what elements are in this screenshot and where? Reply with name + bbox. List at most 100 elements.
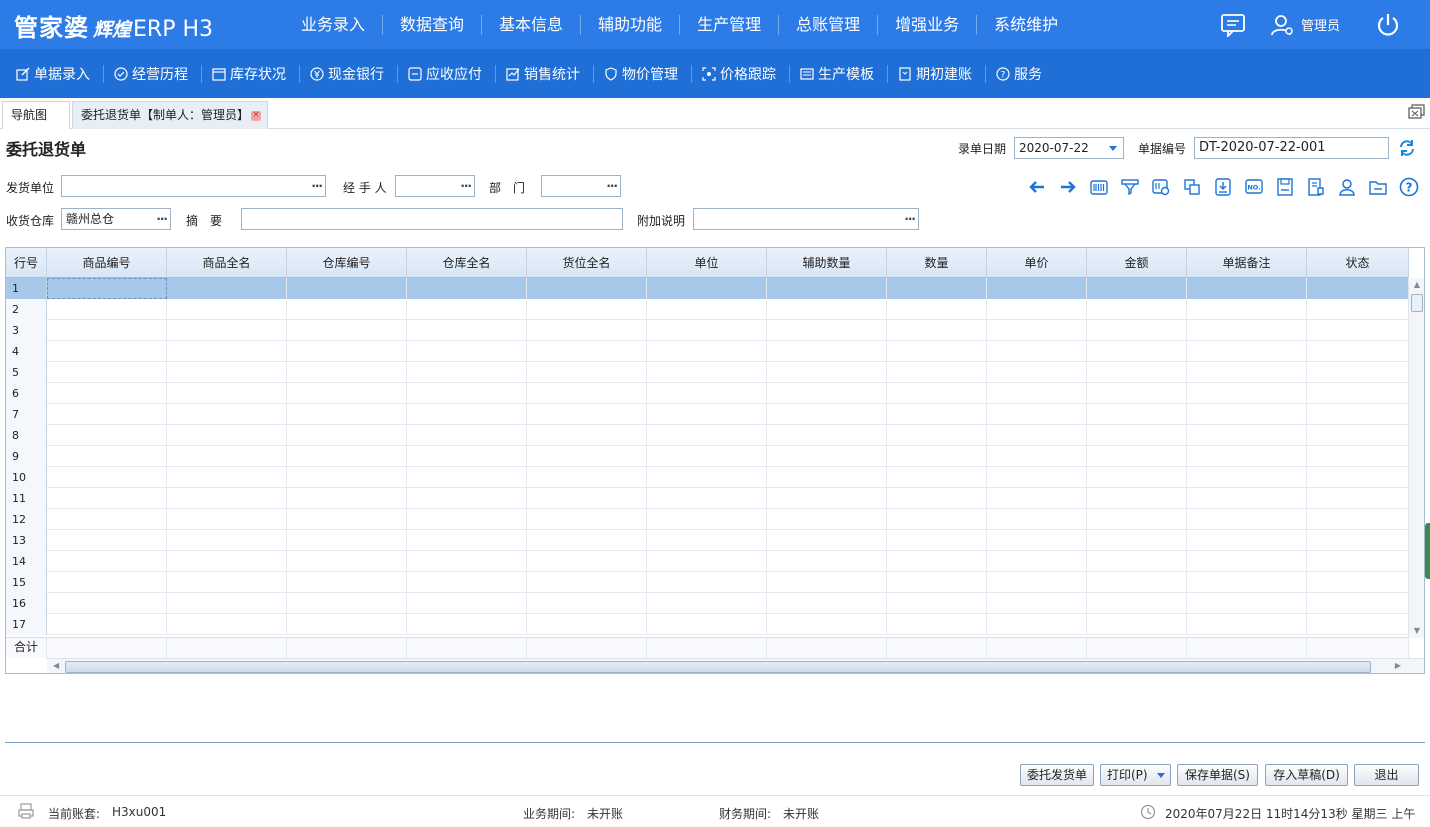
message-icon[interactable] [1213, 0, 1253, 49]
grid-cell-product-name[interactable] [167, 572, 287, 593]
grid-cell-warehouse-name[interactable] [407, 467, 527, 488]
save-draft-button[interactable]: 存入草稿(D) [1265, 764, 1348, 786]
grid-cell-location-name[interactable] [527, 383, 647, 404]
column-header-document-note[interactable]: 单据备注 [1187, 248, 1307, 278]
grid-cell-location-name[interactable] [527, 614, 647, 635]
grid-cell-product-name[interactable] [167, 278, 287, 299]
grid-cell-unit[interactable] [647, 467, 767, 488]
horizontal-scroll-thumb[interactable] [65, 661, 1371, 673]
import-icon[interactable] [1207, 176, 1238, 198]
grid-cell-warehouse-code[interactable] [287, 320, 407, 341]
note-lookup-button[interactable]: ··· [904, 209, 916, 229]
handler-lookup-button[interactable]: ··· [460, 176, 472, 196]
grid-cell-quantity[interactable] [887, 572, 987, 593]
grid-cell-location-name[interactable] [527, 446, 647, 467]
grid-cell-product-name[interactable] [167, 299, 287, 320]
horizontal-scrollbar[interactable]: ◀ ▶ [47, 658, 1424, 673]
grid-cell-aux-quantity[interactable] [767, 572, 887, 593]
grid-cell-aux-quantity[interactable] [767, 383, 887, 404]
column-header-amount[interactable]: 金额 [1087, 248, 1187, 278]
grid-cell-warehouse-name[interactable] [407, 509, 527, 530]
grid-cell-amount[interactable] [1087, 614, 1187, 635]
grid-cell-location-name[interactable] [527, 572, 647, 593]
grid-cell-warehouse-code[interactable] [287, 488, 407, 509]
vertical-scrollbar[interactable]: ▲ ▼ [1408, 278, 1424, 638]
grid-cell-document-note[interactable] [1187, 299, 1307, 320]
main-nav-item-data-query[interactable]: 数据查询 [383, 14, 483, 35]
tab-navigation-map[interactable]: 导航图 [2, 101, 70, 129]
table-row[interactable]: 8 [6, 425, 1409, 446]
grid-cell-product-code[interactable] [47, 614, 167, 635]
column-header-unit[interactable]: 单位 [647, 248, 767, 278]
grid-cell-status[interactable] [1307, 299, 1409, 320]
grid-cell-quantity[interactable] [887, 530, 987, 551]
grid-cell-aux-quantity[interactable] [767, 425, 887, 446]
grid-cell-location-name[interactable] [527, 320, 647, 341]
number-icon[interactable]: NO. [1238, 176, 1269, 198]
chevron-down-icon[interactable] [1157, 773, 1165, 778]
grid-cell-warehouse-name[interactable] [407, 551, 527, 572]
grid-cell-warehouse-code[interactable] [287, 509, 407, 530]
grid-cell-warehouse-name[interactable] [407, 593, 527, 614]
grid-cell-amount[interactable] [1087, 404, 1187, 425]
grid-cell-document-note[interactable] [1187, 425, 1307, 446]
grid-cell-quantity[interactable] [887, 299, 987, 320]
grid-cell-amount[interactable] [1087, 383, 1187, 404]
grid-cell-aux-quantity[interactable] [767, 404, 887, 425]
grid-cell-location-name[interactable] [527, 593, 647, 614]
column-header-aux-quantity[interactable]: 辅助数量 [767, 248, 887, 278]
grid-cell-status[interactable] [1307, 593, 1409, 614]
grid-cell-unit[interactable] [647, 509, 767, 530]
date-select[interactable]: 2020-07-22 [1014, 137, 1124, 159]
grid-cell-quantity[interactable] [887, 425, 987, 446]
grid-cell-warehouse-name[interactable] [407, 488, 527, 509]
grid-cell-document-note[interactable] [1187, 446, 1307, 467]
grid-cell-warehouse-code[interactable] [287, 530, 407, 551]
grid-cell-unit[interactable] [647, 530, 767, 551]
grid-cell-product-code[interactable] [47, 425, 167, 446]
grid-cell-amount[interactable] [1087, 572, 1187, 593]
sub-nav-item-inventory[interactable]: 库存状况 [202, 64, 300, 83]
grid-cell-quantity[interactable] [887, 278, 987, 299]
table-row[interactable]: 5 [6, 362, 1409, 383]
column-header-quantity[interactable]: 数量 [887, 248, 987, 278]
column-header-status[interactable]: 状态 [1307, 248, 1409, 278]
grid-cell-status[interactable] [1307, 362, 1409, 383]
grid-cell-location-name[interactable] [527, 278, 647, 299]
grid-cell-product-code[interactable] [47, 593, 167, 614]
table-row[interactable]: 2 [6, 299, 1409, 320]
sub-nav-item-production-template[interactable]: 生产模板 [790, 64, 888, 83]
grid-cell-warehouse-name[interactable] [407, 446, 527, 467]
grid-cell-quantity[interactable] [887, 593, 987, 614]
grid-cell-product-code[interactable] [47, 383, 167, 404]
grid-cell-warehouse-name[interactable] [407, 362, 527, 383]
grid-cell-unit-price[interactable] [987, 425, 1087, 446]
grid-cell-warehouse-code[interactable] [287, 278, 407, 299]
refresh-icon[interactable] [1397, 138, 1417, 161]
grid-cell-location-name[interactable] [527, 488, 647, 509]
filter-icon[interactable] [1114, 176, 1145, 198]
grid-cell-status[interactable] [1307, 446, 1409, 467]
grid-cell-aux-quantity[interactable] [767, 614, 887, 635]
grid-cell-quantity[interactable] [887, 551, 987, 572]
grid-cell-unit-price[interactable] [987, 509, 1087, 530]
user-icon[interactable] [1331, 176, 1362, 198]
grid-cell-status[interactable] [1307, 467, 1409, 488]
grid-cell-amount[interactable] [1087, 299, 1187, 320]
grid-cell-document-note[interactable] [1187, 362, 1307, 383]
grid-cell-amount[interactable] [1087, 593, 1187, 614]
grid-cell-unit[interactable] [647, 593, 767, 614]
grid-cell-unit-price[interactable] [987, 362, 1087, 383]
grid-cell-product-name[interactable] [167, 614, 287, 635]
grid-cell-quantity[interactable] [887, 488, 987, 509]
column-header-location-name[interactable]: 货位全名 [527, 248, 647, 278]
grid-cell-unit-price[interactable] [987, 551, 1087, 572]
scroll-up-icon[interactable]: ▲ [1409, 278, 1424, 292]
arrow-left-icon[interactable] [1021, 176, 1052, 198]
warehouse-input[interactable]: 赣州总仓 ··· [61, 208, 171, 230]
grid-cell-amount[interactable] [1087, 341, 1187, 362]
grid-cell-product-code[interactable] [47, 572, 167, 593]
sub-nav-item-sales-stats[interactable]: 销售统计 [496, 64, 594, 83]
grid-cell-aux-quantity[interactable] [767, 593, 887, 614]
grid-cell-document-note[interactable] [1187, 509, 1307, 530]
